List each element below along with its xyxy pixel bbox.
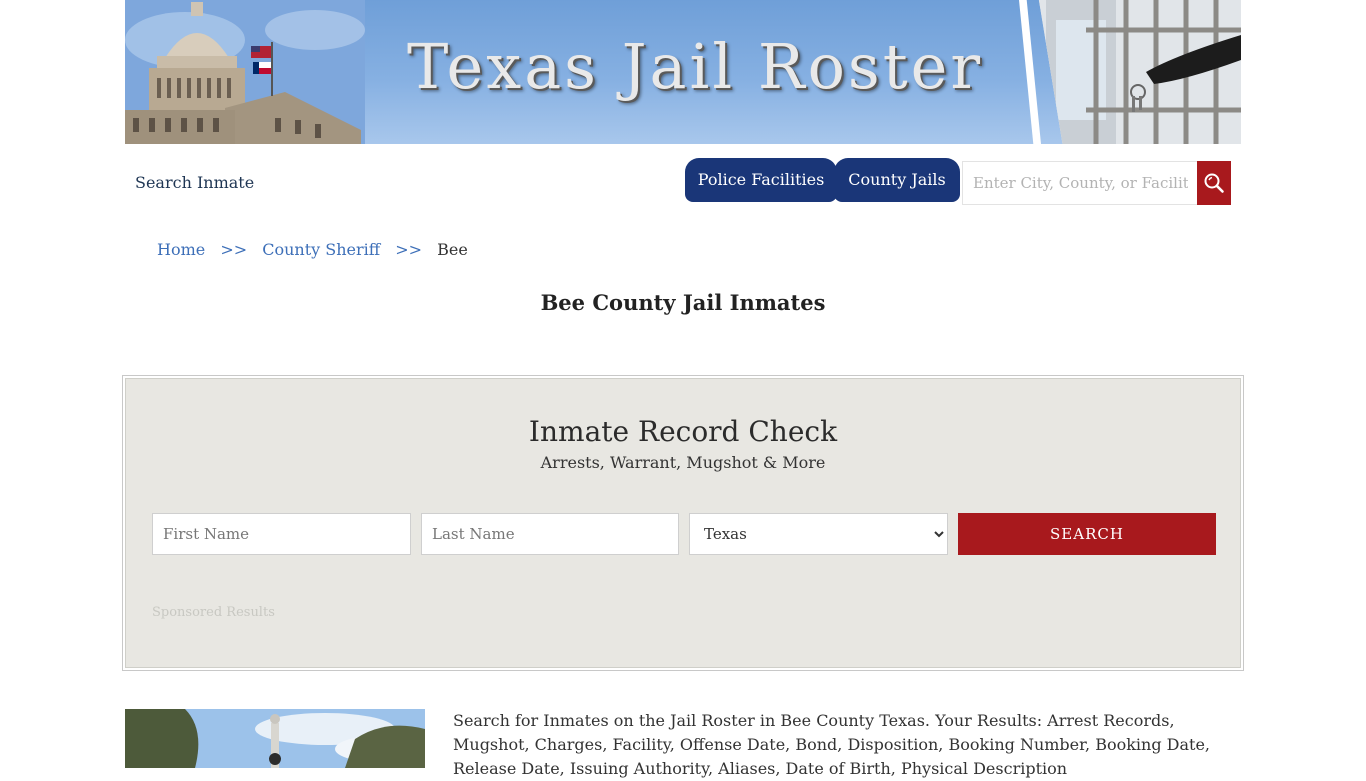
first-name-input[interactable]: [152, 513, 411, 555]
sponsored-results-label: Sponsored Results: [152, 605, 275, 620]
state-select[interactable]: Texas: [689, 513, 948, 555]
site-banner[interactable]: Texas Jail Roster: [125, 0, 1241, 144]
bee-county-photo: [125, 709, 425, 768]
breadcrumb-home[interactable]: Home: [157, 240, 205, 259]
tab-county-jails[interactable]: County Jails: [834, 158, 960, 202]
breadcrumb-separator: >>: [220, 240, 248, 259]
inmate-record-check-panel: Inmate Record Check Arrests, Warrant, Mu…: [122, 375, 1244, 671]
jail-door-image: [1026, 0, 1241, 144]
search-inmate-link[interactable]: Search Inmate: [135, 173, 254, 192]
county-description: Search for Inmates on the Jail Roster in…: [453, 711, 1211, 778]
breadcrumb-county-sheriff[interactable]: County Sheriff: [262, 240, 380, 259]
breadcrumb: Home >> County Sheriff >> Bee: [157, 240, 468, 259]
banner-title: Texas Jail Roster: [407, 30, 983, 103]
last-name-input[interactable]: [421, 513, 679, 555]
breadcrumb-separator: >>: [395, 240, 423, 259]
site-search-input[interactable]: [962, 161, 1198, 205]
search-button[interactable]: SEARCH: [958, 513, 1216, 555]
capitol-building-image: [125, 0, 365, 144]
record-check-subtitle: Arrests, Warrant, Mugshot & More: [540, 453, 826, 472]
magnifier-icon: [1204, 173, 1224, 193]
site-search-button[interactable]: [1197, 161, 1231, 205]
breadcrumb-current: Bee: [437, 240, 468, 259]
record-check-title: Inmate Record Check: [528, 415, 838, 448]
page-title: Bee County Jail Inmates: [540, 290, 826, 315]
tab-police-facilities[interactable]: Police Facilities: [685, 158, 837, 202]
banner-divider: [1019, 0, 1041, 144]
